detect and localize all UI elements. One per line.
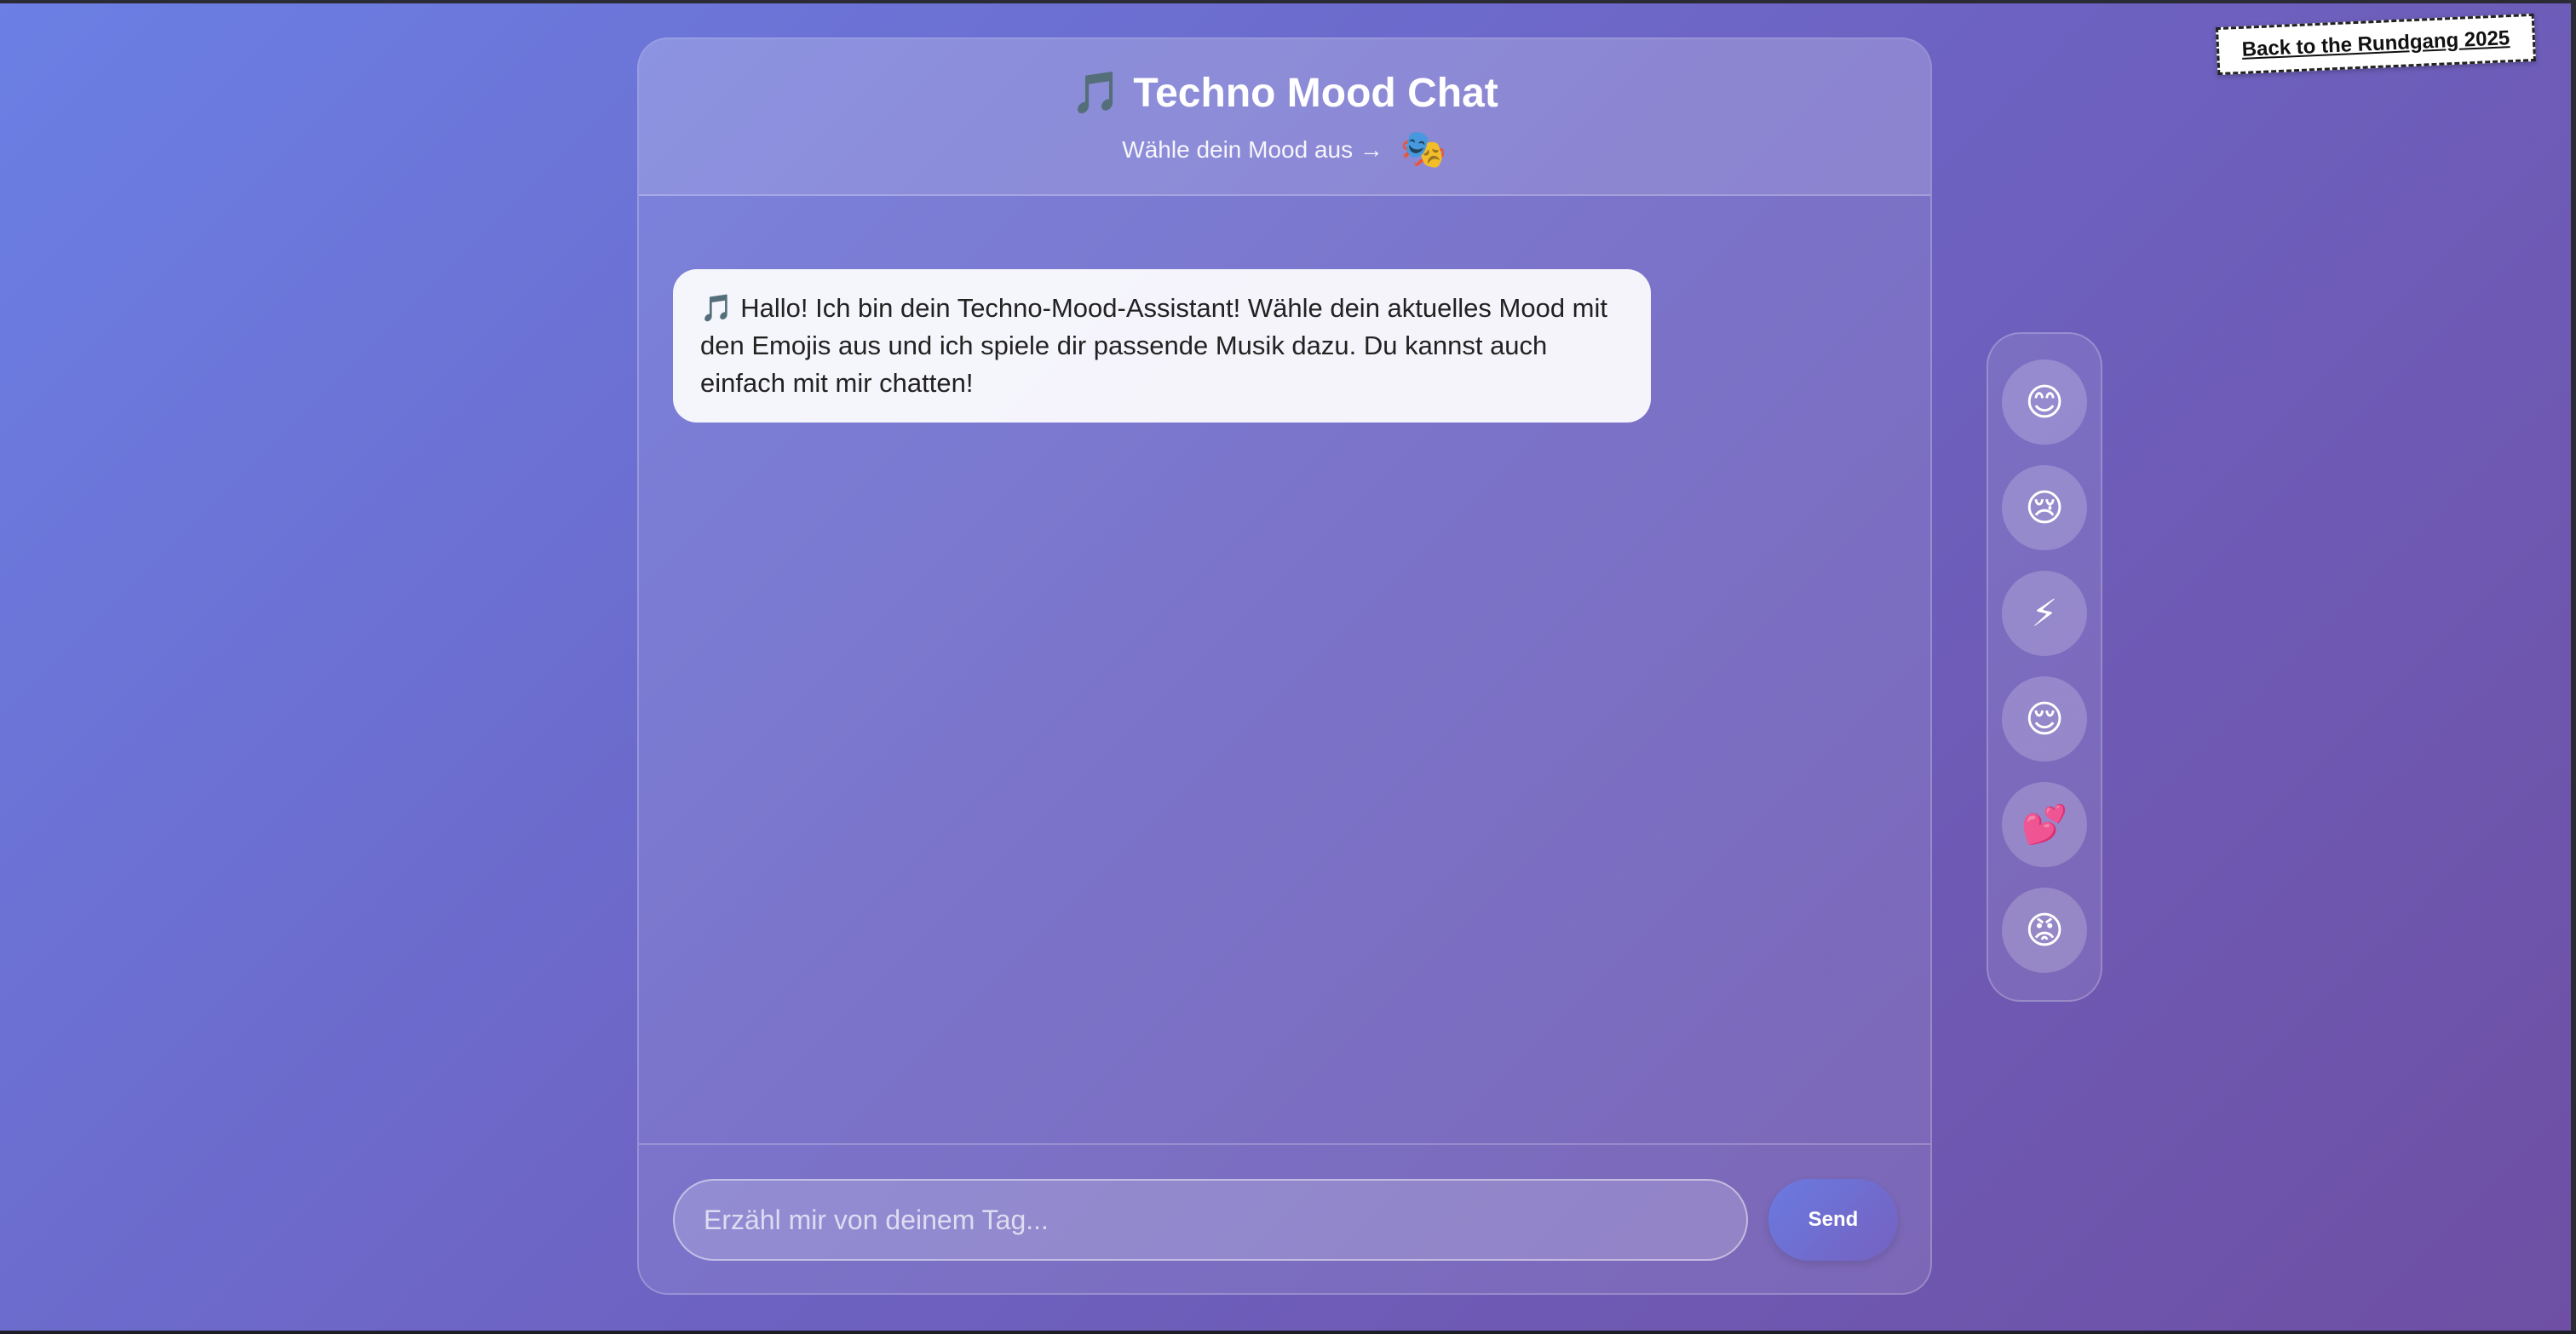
mood-sad-button[interactable]: 😢 xyxy=(2002,465,2087,550)
mood-energetic-button[interactable]: ⚡ xyxy=(2002,571,2087,656)
window-scrollbar-edge xyxy=(2571,0,2576,1334)
window-top-edge xyxy=(0,0,2576,3)
mood-selector-panel: 😊 😢 ⚡ 😌 💕 😡 xyxy=(1987,332,2102,1002)
mood-angry-button[interactable]: 😡 xyxy=(2002,888,2087,973)
mood-prompt-text: Wähle dein Mood aus → xyxy=(1122,136,1383,163)
mood-love-button[interactable]: 💕 xyxy=(2002,782,2087,867)
chat-input[interactable] xyxy=(673,1179,1748,1261)
mood-relaxed-button[interactable]: 😌 xyxy=(2002,676,2087,762)
mood-prompt: Wähle dein Mood aus → 🎭 xyxy=(639,129,1930,170)
chat-header: 🎵 Techno Mood Chat Wähle dein Mood aus →… xyxy=(639,39,1930,196)
message-list: 🎵 Hallo! Ich bin dein Techno-Mood-Assist… xyxy=(639,196,1930,1184)
page-title: 🎵 Techno Mood Chat xyxy=(1071,71,1498,116)
window-bottom-edge xyxy=(0,1331,2576,1334)
input-bar: Send xyxy=(639,1143,1930,1293)
mood-happy-button[interactable]: 😊 xyxy=(2002,359,2087,445)
send-button[interactable]: Send xyxy=(1768,1179,1898,1261)
theater-masks-icon: 🎭 xyxy=(1400,129,1447,170)
back-to-rundgang-link[interactable]: Back to the Rundgang 2025 xyxy=(2215,13,2537,76)
chat-container: 🎵 Techno Mood Chat Wähle dein Mood aus →… xyxy=(637,37,1932,1295)
bot-message: 🎵 Hallo! Ich bin dein Techno-Mood-Assist… xyxy=(673,269,1651,423)
